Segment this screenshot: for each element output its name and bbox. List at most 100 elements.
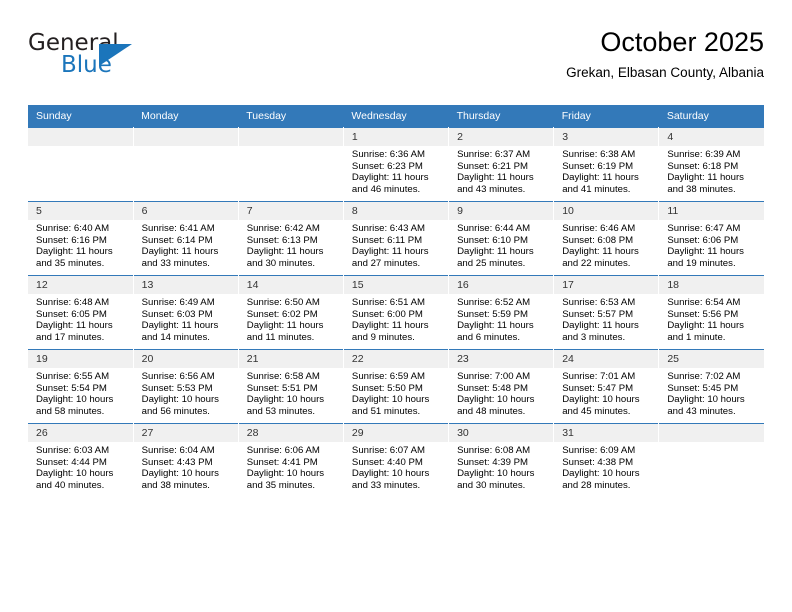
- calendar-day-cell[interactable]: 27 Sunrise: 6:04 AM Sunset: 4:43 PM Dayligh…: [133, 423, 239, 497]
- daylight-text: and 58 minutes.: [36, 405, 105, 417]
- sunset-text: Sunset: 6:19 PM: [562, 160, 634, 172]
- calendar-day-cell[interactable]: 2 Sunrise: 6:37 AM Sunset: 6:21 PM Daylight…: [448, 127, 555, 202]
- brand-name-blue: Blue: [61, 52, 112, 78]
- sunset-text: Sunset: 5:47 PM: [562, 382, 634, 394]
- weekday-header-monday: Monday: [133, 105, 239, 128]
- day-details: Sunrise: 6:38 AM Sunset: 6:19 PM Daylight:…: [554, 146, 658, 195]
- daylight-text: and 56 minutes.: [141, 405, 210, 417]
- calendar-day-cell[interactable]: 12 Sunrise: 6:48 AM Sunset: 6:05 PM Dayligh…: [28, 275, 134, 350]
- sunrise-text: Sunrise: 6:03 AM: [36, 445, 110, 456]
- day-number: 1: [343, 128, 449, 146]
- calendar-day-cell[interactable]: 22 Sunrise: 6:59 AM Sunset: 5:50 PM Dayligh…: [343, 349, 450, 424]
- calendar-week-row: 19 Sunrise: 6:55 AM Sunset: 5:54 PM Dayligh…: [28, 349, 764, 424]
- day-details: Sunrise: 6:40 AM Sunset: 6:16 PM Daylight:…: [28, 220, 133, 269]
- calendar-day-cell[interactable]: 13 Sunrise: 6:49 AM Sunset: 6:03 PM Dayligh…: [133, 275, 239, 350]
- weekday-header-row: Sunday Monday Tuesday Wednesday Thursday Frid…: [28, 105, 764, 128]
- day-number: 14: [238, 276, 343, 294]
- sunset-text: Sunset: 5:57 PM: [562, 308, 634, 320]
- calendar-day-cell-empty: [28, 127, 134, 202]
- calendar-day-cell[interactable]: 30 Sunrise: 6:08 AM Sunset: 4:39 PM Dayligh…: [448, 423, 555, 497]
- calendar-day-cell[interactable]: 3 Sunrise: 6:38 AM Sunset: 6:19 PM Daylight…: [553, 127, 660, 202]
- daylight-text: and 22 minutes.: [562, 257, 631, 269]
- calendar-day-cell[interactable]: 29 Sunrise: 6:07 AM Sunset: 4:40 PM Dayligh…: [343, 423, 450, 497]
- calendar-day-cell[interactable]: 20 Sunrise: 6:56 AM Sunset: 5:53 PM Dayligh…: [133, 349, 239, 424]
- day-number: 30: [449, 424, 554, 442]
- calendar-day-cell[interactable]: 17 Sunrise: 6:53 AM Sunset: 5:57 PM Dayligh…: [553, 275, 660, 350]
- calendar-day-cell[interactable]: 23 Sunrise: 7:00 AM Sunset: 5:48 PM Dayligh…: [448, 349, 555, 424]
- calendar-day-cell[interactable]: 4 Sunrise: 6:39 AM Sunset: 6:18 PM Daylight…: [658, 127, 764, 202]
- day-details: Sunrise: 6:08 AM Sunset: 4:39 PM Daylight:…: [449, 442, 553, 491]
- day-details: Sunrise: 6:53 AM Sunset: 5:57 PM Daylight:…: [554, 294, 658, 343]
- calendar-day-cell[interactable]: 21 Sunrise: 6:58 AM Sunset: 5:51 PM Dayligh…: [238, 349, 344, 424]
- day-details: Sunrise: 6:06 AM Sunset: 4:41 PM Daylight:…: [239, 442, 343, 491]
- calendar-day-cell[interactable]: 1 Sunrise: 6:36 AM Sunset: 6:23 PM Daylight…: [343, 127, 450, 202]
- day-number: 10: [554, 202, 659, 220]
- daylight-text: Daylight: 10 hours: [562, 394, 640, 406]
- day-number: 7: [238, 202, 343, 220]
- brand-logo[interactable]: General Blue: [28, 30, 258, 90]
- day-number: 9: [449, 202, 554, 220]
- day-details: Sunrise: 6:07 AM Sunset: 4:40 PM Daylight:…: [344, 442, 448, 491]
- sunset-text: Sunset: 6:18 PM: [667, 160, 739, 172]
- calendar-day-cell[interactable]: 15 Sunrise: 6:51 AM Sunset: 6:00 PM Dayligh…: [343, 275, 450, 350]
- sunset-text: Sunset: 4:38 PM: [562, 456, 634, 468]
- daylight-text: Daylight: 10 hours: [457, 394, 535, 406]
- day-details: Sunrise: 7:02 AM Sunset: 5:45 PM Daylight:…: [659, 368, 764, 417]
- daylight-text: and 43 minutes.: [457, 183, 526, 195]
- daylight-text: Daylight: 11 hours: [246, 246, 324, 258]
- sunset-text: Sunset: 6:14 PM: [141, 234, 213, 246]
- calendar-day-cell[interactable]: 11 Sunrise: 6:47 AM Sunset: 6:06 PM Dayligh…: [658, 201, 764, 276]
- daylight-text: and 43 minutes.: [667, 405, 736, 417]
- sunrise-text: Sunrise: 6:54 AM: [667, 297, 741, 308]
- calendar-week-row: 1 Sunrise: 6:36 AM Sunset: 6:23 PM Daylight…: [28, 127, 764, 202]
- daylight-text: Daylight: 10 hours: [457, 468, 535, 480]
- calendar-day-cell[interactable]: 24 Sunrise: 7:01 AM Sunset: 5:47 PM Dayligh…: [553, 349, 660, 424]
- day-number: 19: [28, 350, 133, 368]
- day-details: Sunrise: 6:51 AM Sunset: 6:00 PM Daylight:…: [344, 294, 448, 343]
- daylight-text: Daylight: 11 hours: [36, 320, 113, 332]
- calendar-day-cell[interactable]: 19 Sunrise: 6:55 AM Sunset: 5:54 PM Dayligh…: [28, 349, 134, 424]
- sunset-text: Sunset: 4:43 PM: [141, 456, 213, 468]
- calendar-day-cell[interactable]: 31 Sunrise: 6:09 AM Sunset: 4:38 PM Dayligh…: [553, 423, 660, 497]
- daylight-text: Daylight: 11 hours: [562, 320, 639, 332]
- day-number: 5: [28, 202, 133, 220]
- calendar-day-cell[interactable]: 25 Sunrise: 7:02 AM Sunset: 5:45 PM Dayligh…: [658, 349, 764, 424]
- calendar-day-cell[interactable]: 8 Sunrise: 6:43 AM Sunset: 6:11 PM Daylight…: [343, 201, 450, 276]
- day-details: Sunrise: 6:41 AM Sunset: 6:14 PM Daylight:…: [134, 220, 238, 269]
- calendar-week-row: 12 Sunrise: 6:48 AM Sunset: 6:05 PM Dayligh…: [28, 275, 764, 350]
- sunset-text: Sunset: 6:02 PM: [246, 308, 318, 320]
- calendar-day-cell[interactable]: 5 Sunrise: 6:40 AM Sunset: 6:16 PM Daylight…: [28, 201, 134, 276]
- sunset-text: Sunset: 6:03 PM: [141, 308, 213, 320]
- day-details: Sunrise: 6:54 AM Sunset: 5:56 PM Daylight:…: [659, 294, 764, 343]
- calendar-day-cell[interactable]: 9 Sunrise: 6:44 AM Sunset: 6:10 PM Daylight…: [448, 201, 555, 276]
- calendar-day-cell[interactable]: 18 Sunrise: 6:54 AM Sunset: 5:56 PM Dayligh…: [658, 275, 764, 350]
- daylight-text: and 14 minutes.: [141, 331, 210, 343]
- day-number: 22: [343, 350, 449, 368]
- day-number: 16: [449, 276, 554, 294]
- day-details: Sunrise: 6:39 AM Sunset: 6:18 PM Daylight:…: [659, 146, 764, 195]
- day-number: 2: [449, 128, 554, 146]
- calendar-day-cell[interactable]: 28 Sunrise: 6:06 AM Sunset: 4:41 PM Dayligh…: [238, 423, 344, 497]
- day-number: 31: [554, 424, 659, 442]
- daylight-text: Daylight: 10 hours: [246, 468, 325, 480]
- sunrise-text: Sunrise: 6:40 AM: [36, 223, 110, 234]
- day-number: 3: [554, 128, 659, 146]
- sunrise-text: Sunrise: 6:52 AM: [457, 297, 531, 308]
- day-details: Sunrise: 6:46 AM Sunset: 6:08 PM Daylight:…: [554, 220, 658, 269]
- sunset-text: Sunset: 6:21 PM: [457, 160, 528, 172]
- sunrise-text: Sunrise: 7:00 AM: [457, 371, 531, 382]
- calendar-day-cell[interactable]: 7 Sunrise: 6:42 AM Sunset: 6:13 PM Daylight…: [238, 201, 344, 276]
- day-details: Sunrise: 6:43 AM Sunset: 6:11 PM Daylight:…: [344, 220, 448, 269]
- daylight-text: and 1 minute.: [667, 331, 726, 343]
- calendar-body: 1 Sunrise: 6:36 AM Sunset: 6:23 PM Daylight…: [28, 127, 764, 497]
- sunrise-text: Sunrise: 6:43 AM: [351, 223, 425, 234]
- day-number: 11: [659, 202, 764, 220]
- calendar-day-cell[interactable]: 10 Sunrise: 6:46 AM Sunset: 6:08 PM Dayligh…: [553, 201, 660, 276]
- calendar-day-cell[interactable]: 14 Sunrise: 6:50 AM Sunset: 6:02 PM Dayligh…: [238, 275, 344, 350]
- daylight-text: Daylight: 10 hours: [562, 468, 640, 480]
- calendar-day-cell[interactable]: 6 Sunrise: 6:41 AM Sunset: 6:14 PM Daylight…: [133, 201, 239, 276]
- day-number: [659, 424, 764, 442]
- calendar-day-cell[interactable]: 16 Sunrise: 6:52 AM Sunset: 5:59 PM Dayligh…: [448, 275, 555, 350]
- day-number: 29: [343, 424, 449, 442]
- calendar-day-cell[interactable]: 26 Sunrise: 6:03 AM Sunset: 4:44 PM Dayligh…: [28, 423, 134, 497]
